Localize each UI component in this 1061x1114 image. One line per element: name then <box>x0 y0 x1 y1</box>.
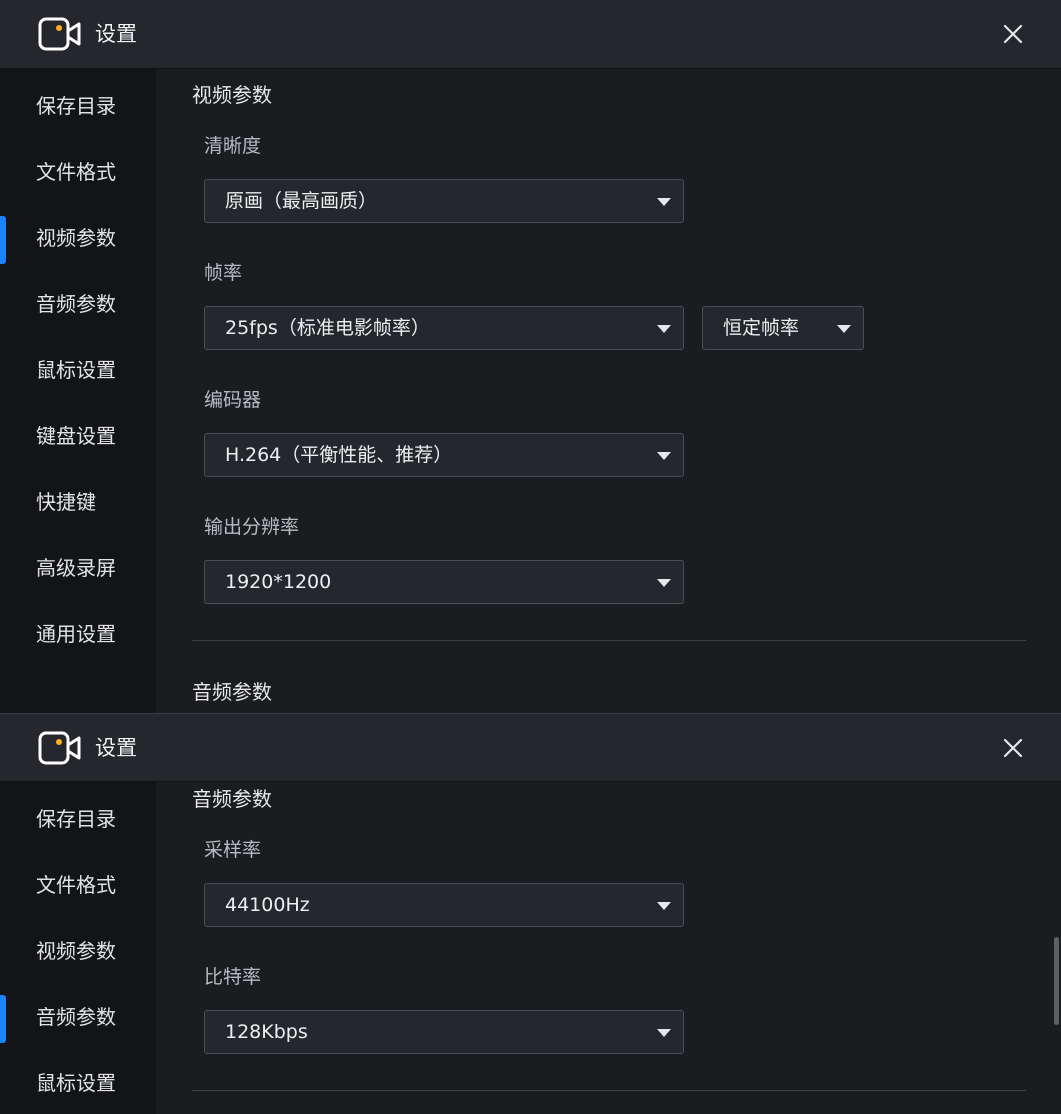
section-divider <box>192 640 1026 641</box>
active-indicator <box>0 216 6 264</box>
encoder-select[interactable]: H.264（平衡性能、推荐） <box>204 433 684 477</box>
sidebar-item-label: 键盘设置 <box>36 424 116 448</box>
quality-select[interactable]: 原画（最高画质） <box>204 179 684 223</box>
sidebar-item-label: 音频参数 <box>36 292 116 316</box>
sidebar-item-label: 通用设置 <box>36 622 116 646</box>
sidebar-item-mouse-settings[interactable]: 鼠标设置 <box>0 1061 156 1105</box>
resolution-label: 输出分辨率 <box>204 516 300 538</box>
sidebar-item-video-params[interactable]: 视频参数 <box>0 216 156 264</box>
sidebar-item-label: 保存目录 <box>36 807 116 831</box>
sidebar-item-label: 鼠标设置 <box>36 1071 116 1095</box>
quality-label: 清晰度 <box>204 135 262 157</box>
fps-label: 帧率 <box>204 262 243 284</box>
title-bar: 设置 <box>0 0 1061 69</box>
sidebar-item-shortcuts[interactable]: 快捷键 <box>0 480 156 524</box>
sidebar-item-file-format[interactable]: 文件格式 <box>0 863 156 907</box>
encoder-value: H.264（平衡性能、推荐） <box>225 444 453 466</box>
encoder-label: 编码器 <box>204 389 262 411</box>
resolution-value: 1920*1200 <box>225 571 332 593</box>
sidebar-item-file-format[interactable]: 文件格式 <box>0 150 156 194</box>
settings-content: 视频参数 清晰度 原画（最高画质） 帧率 25fps（标准电影帧率） 恒定帧率 … <box>156 69 1061 713</box>
window-title: 设置 <box>95 22 137 46</box>
fps-mode-select[interactable]: 恒定帧率 <box>702 306 864 350</box>
chevron-down-icon <box>657 1029 671 1037</box>
sample-rate-value: 44100Hz <box>225 894 310 916</box>
sample-rate-label: 采样率 <box>204 839 262 861</box>
section-title-video: 视频参数 <box>192 83 272 107</box>
sidebar: 保存目录 文件格式 视频参数 音频参数 鼠标设置 键盘设置 快捷键 高级录屏 通… <box>0 69 156 713</box>
section-title-audio: 音频参数 <box>192 787 272 811</box>
sidebar-item-keyboard-settings[interactable]: 键盘设置 <box>0 414 156 458</box>
sidebar-item-audio-params[interactable]: 音频参数 <box>0 282 156 326</box>
sidebar: 保存目录 文件格式 视频参数 音频参数 鼠标设置 <box>0 782 156 1114</box>
camera-icon <box>38 731 81 765</box>
settings-window-audio: 设置 保存目录 文件格式 视频参数 音频参数 鼠标设置 音频参数 采样率 441… <box>0 713 1061 1114</box>
settings-window-video: 设置 保存目录 文件格式 视频参数 音频参数 鼠标设置 键盘设置 快捷键 高级录… <box>0 0 1061 713</box>
sidebar-item-video-params[interactable]: 视频参数 <box>0 929 156 973</box>
camera-icon <box>38 17 81 51</box>
chevron-down-icon <box>657 452 671 460</box>
sidebar-item-advanced-recording[interactable]: 高级录屏 <box>0 546 156 590</box>
sidebar-item-label: 视频参数 <box>36 939 116 963</box>
sidebar-item-save-dir[interactable]: 保存目录 <box>0 84 156 128</box>
sidebar-item-mouse-settings[interactable]: 鼠标设置 <box>0 348 156 392</box>
sidebar-item-label: 鼠标设置 <box>36 358 116 382</box>
sidebar-item-audio-params[interactable]: 音频参数 <box>0 995 156 1043</box>
sidebar-item-label: 高级录屏 <box>36 556 116 580</box>
camera-dot-icon <box>56 25 62 31</box>
fps-select[interactable]: 25fps（标准电影帧率） <box>204 306 684 350</box>
bitrate-value: 128Kbps <box>225 1021 308 1043</box>
close-icon[interactable] <box>996 17 1030 51</box>
section-title-audio: 音频参数 <box>192 680 272 704</box>
scrollbar-thumb[interactable] <box>1054 937 1059 1025</box>
sidebar-item-label: 视频参数 <box>36 226 116 250</box>
bitrate-select[interactable]: 128Kbps <box>204 1010 684 1054</box>
chevron-down-icon <box>657 579 671 587</box>
bitrate-label: 比特率 <box>204 966 262 988</box>
sidebar-item-label: 保存目录 <box>36 94 116 118</box>
sidebar-item-label: 音频参数 <box>36 1005 116 1029</box>
close-icon[interactable] <box>996 731 1030 765</box>
sidebar-item-general-settings[interactable]: 通用设置 <box>0 612 156 656</box>
sidebar-item-label: 文件格式 <box>36 873 116 897</box>
sidebar-item-label: 快捷键 <box>36 490 96 514</box>
chevron-down-icon <box>657 325 671 333</box>
window-title: 设置 <box>95 736 137 760</box>
fps-mode-value: 恒定帧率 <box>723 317 800 339</box>
settings-content: 音频参数 采样率 44100Hz 比特率 128Kbps <box>156 782 1061 1114</box>
section-divider <box>192 1090 1026 1091</box>
quality-value: 原画（最高画质） <box>225 190 378 212</box>
sample-rate-select[interactable]: 44100Hz <box>204 883 684 927</box>
chevron-down-icon <box>657 198 671 206</box>
title-bar: 设置 <box>0 713 1061 782</box>
active-indicator <box>0 995 6 1043</box>
resolution-select[interactable]: 1920*1200 <box>204 560 684 604</box>
camera-dot-icon <box>56 739 62 745</box>
sidebar-item-save-dir[interactable]: 保存目录 <box>0 797 156 841</box>
chevron-down-icon <box>657 902 671 910</box>
fps-value: 25fps（标准电影帧率） <box>225 317 430 339</box>
chevron-down-icon <box>837 325 851 333</box>
sidebar-item-label: 文件格式 <box>36 160 116 184</box>
